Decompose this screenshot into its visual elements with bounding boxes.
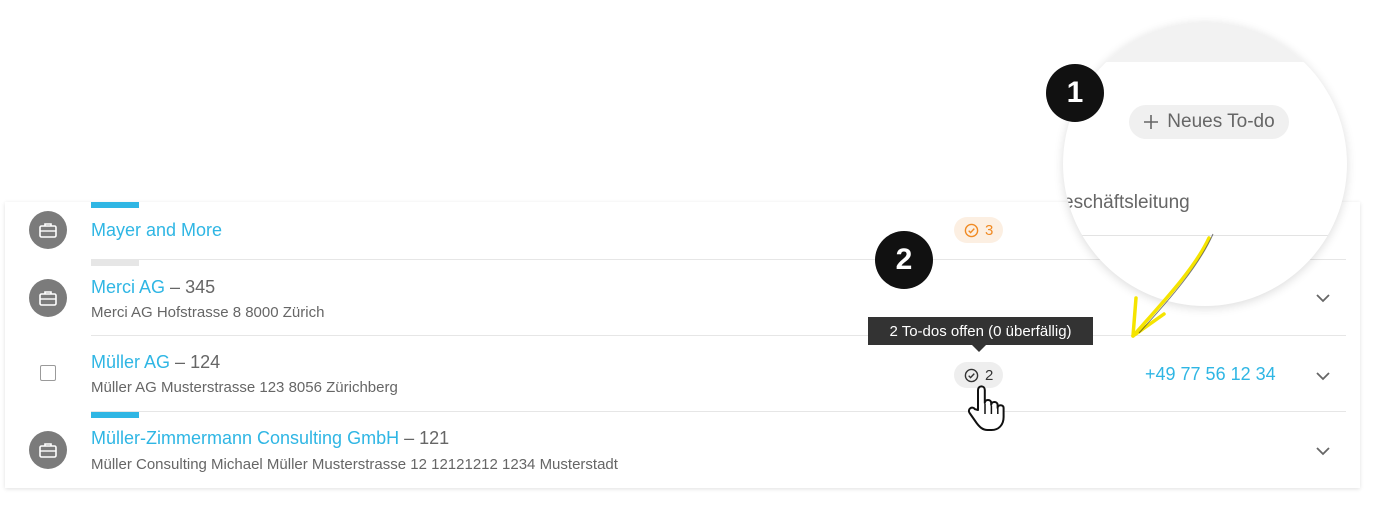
hand-cursor-icon [967, 385, 1005, 431]
callout-badge-2: 2 [875, 231, 933, 289]
callout-badge-1: 1 [1046, 64, 1104, 122]
annotation-arrow-icon [1131, 233, 1214, 338]
